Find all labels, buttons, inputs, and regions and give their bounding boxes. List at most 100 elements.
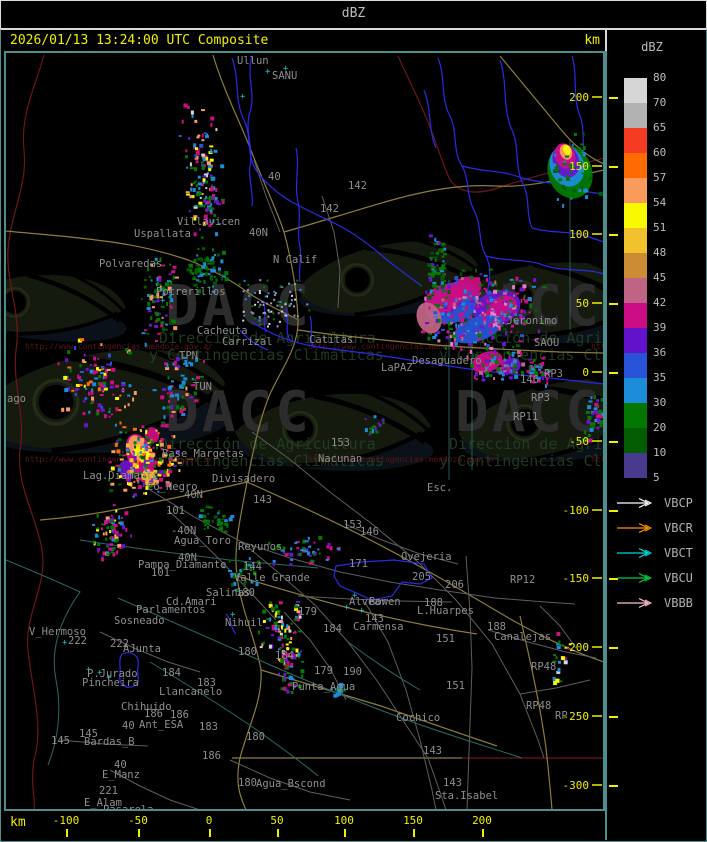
map-label: Ant_ESA [139,719,184,731]
x-tick-mark [209,829,211,837]
y-tick-label: -250 [563,710,590,723]
map-label: 40N [184,489,203,501]
map-label: 171 [349,558,368,570]
map-label: 184 [275,650,294,662]
map-label: 190 [343,666,362,678]
legend-swatch [624,278,647,303]
map-label: Ovejeria [401,551,452,563]
vector-legend-row: VBCR [615,520,705,536]
map-label: 153 [331,437,350,449]
map-label: 183 [197,677,216,689]
x-axis: km -100 -50 0 50 100 150 200 [4,813,605,839]
watermark-url: http://www.contingencias.mendoza.gov.ar [591,342,603,351]
map-label: 186 [202,750,221,762]
map-label: AJunta [123,643,161,655]
legend-value: 20 [653,421,667,434]
map-label: L.Huarpes [417,605,474,617]
map-label: Potrerillos [156,286,226,298]
y-tick-label: -150 [563,572,590,585]
vector-legend-row: VBCU [615,570,705,586]
legend-value: 48 [653,246,667,259]
map-label: Cochico [396,712,440,724]
x-axis-unit-label: km [10,815,26,830]
legend-value: 65 [653,121,667,134]
map-label: Uspallata [134,228,191,240]
map-label: Bardas_B [84,736,135,748]
map-label: Carmensa [353,621,404,633]
map-label: Bowen [369,596,401,608]
map-label: 151 [436,633,455,645]
x-tick-mark [413,829,415,837]
map-label: 184 [323,623,342,635]
legend-swatch [624,103,647,128]
vector-arrow-icon [617,597,653,609]
map-label: Carrizal [222,336,273,348]
map-label: Sosneado [114,615,165,627]
y-tick-label: -50 [569,435,589,448]
vector-legend-label: VBCP [664,496,693,510]
vector-arrow-icon [617,522,653,534]
map-label: Sta.Isabel [435,790,498,802]
map-label: 143 [253,494,272,506]
map-label: S.Jeronimo [494,315,557,327]
legend-value: 39 [653,321,667,334]
legend-swatch [624,403,647,428]
vector-legend-row: VBCT [615,545,705,561]
map-label: RP3 [544,368,563,380]
legend-value: 35 [653,371,667,384]
map-label: ago [7,393,26,405]
map-label: 206 [445,579,464,591]
map-label: 40 [122,720,135,732]
map-label: Agua_Toro [174,535,231,547]
vector-legend-label: VBCU [664,571,693,585]
map-label: RP48 [526,700,551,712]
y-tick-label: 0 [582,366,589,379]
x-tick-label: -50 [128,814,148,827]
map-label: Nihuil [225,617,263,629]
map-label: RP48 [531,661,556,673]
map-label: Pincheira [82,677,139,689]
legend-value: 5 [653,471,660,484]
watermark-url: http://www.contingencias.mendoza.gov.ar [591,455,603,464]
legend-value: 54 [653,196,667,209]
legend-value: 42 [653,296,667,309]
map-label: 142 [348,180,367,192]
map-label: 205 [412,571,431,583]
map-label: 179 [298,606,317,618]
window-title-bar: dBZ [0,0,707,29]
legend-swatch [624,303,647,328]
map-label: 101 [166,505,185,517]
map-label: Base_Margetas [162,448,244,460]
legend-value: 45 [653,271,667,284]
map-label: Villavicen [177,216,240,228]
map-label: RP3 [531,392,550,404]
legend-value: 36 [653,346,667,359]
map-label: 145 [51,735,70,747]
map-label: 222 [68,635,87,647]
map-label: Catitas [309,334,353,346]
map-label: 40 [268,171,281,183]
map-label: RP12 [510,574,535,586]
map-label: Divisadero [212,473,275,485]
map-label: 184 [162,667,181,679]
legend-swatch [624,428,647,453]
map-label: 146 [360,526,379,538]
map-label: E_Manz [102,769,140,781]
y-tick-label: 100 [569,228,589,241]
legend-swatch [624,178,647,203]
map-label: Punta_Agua [292,681,355,693]
map-label: 179 [314,665,333,677]
map-label: Ullun [237,55,269,67]
map-label: 183 [199,721,218,733]
x-tick-mark [482,829,484,837]
map-label: TUN [193,381,212,393]
x-tick-mark [277,829,279,837]
map-label: Pasarela [103,804,154,809]
map-label: Desaguadero [412,355,482,367]
vector-legend-label: VBBB [664,596,693,610]
x-tick-mark [138,829,140,837]
station-marker: + [240,92,246,102]
map-label: 40N [249,227,268,239]
x-tick-mark [344,829,346,837]
window-title: dBZ [341,6,366,21]
